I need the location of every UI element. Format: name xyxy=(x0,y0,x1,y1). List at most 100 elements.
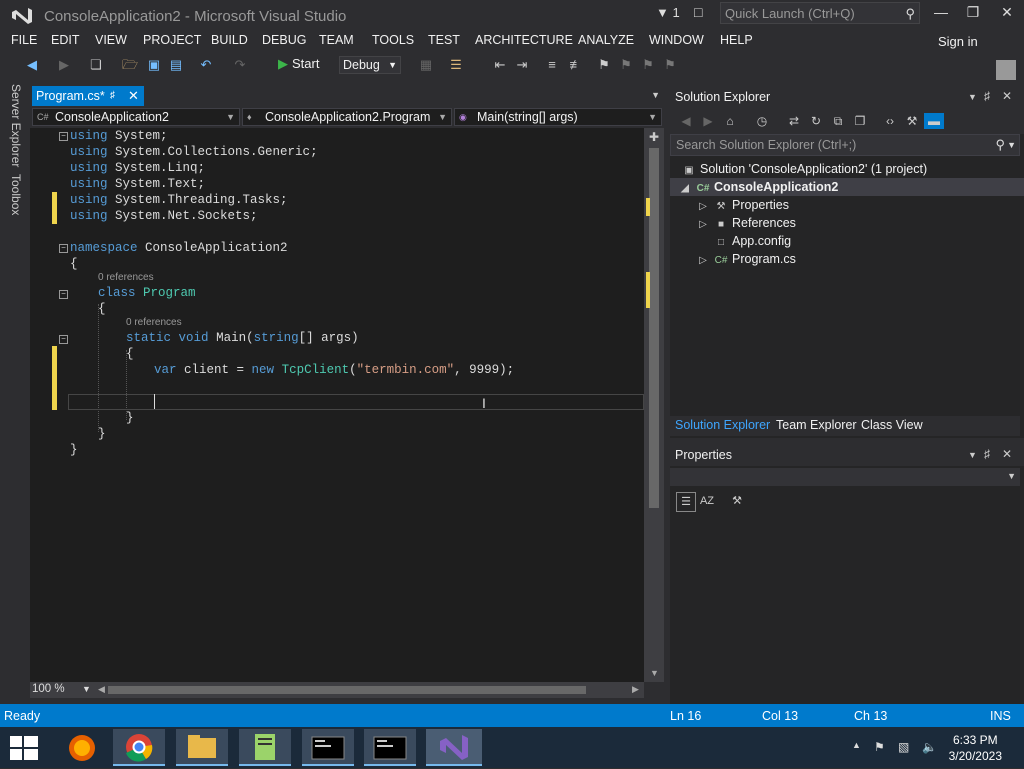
menu-help[interactable]: HELP xyxy=(720,33,753,47)
tree-item-properties[interactable]: ▷ ⚒ Properties xyxy=(696,198,789,212)
horizontal-scrollbar-thumb[interactable] xyxy=(108,686,586,694)
zoom-select[interactable]: 100 % ▼ xyxy=(32,683,92,697)
new-project-icon[interactable]: ❏ xyxy=(88,57,104,73)
solution-configuration-select[interactable]: Debug ▼ xyxy=(339,56,401,74)
tree-item-app-config[interactable]: □ App.config xyxy=(714,234,791,248)
pin-icon[interactable]: ♯ xyxy=(984,89,990,103)
menu-view[interactable]: VIEW xyxy=(95,33,127,47)
codelens-references[interactable]: 0 references xyxy=(98,272,154,283)
close-tab-icon[interactable]: ✕ xyxy=(128,86,139,106)
show-hidden-icons-icon[interactable]: ▲ xyxy=(852,740,861,750)
visual-studio-task[interactable] xyxy=(426,729,482,766)
forward-icon[interactable]: ▶ xyxy=(56,57,72,73)
menu-file[interactable]: FILE xyxy=(11,33,37,47)
tab-class-view[interactable]: Class View xyxy=(861,418,923,432)
file-explorer-task[interactable] xyxy=(176,729,228,766)
show-all-files-icon[interactable]: ❐ xyxy=(852,113,868,129)
solution-search-input[interactable]: Search Solution Explorer (Ctrl+;) ⚲ ▼ xyxy=(670,134,1020,156)
sync-icon[interactable]: ⇄ xyxy=(786,113,802,129)
pin-icon[interactable]: ♯ xyxy=(110,86,115,106)
close-icon[interactable]: ✕ xyxy=(1002,89,1012,103)
save-icon[interactable]: ▣ xyxy=(146,57,162,73)
bookmark-icon[interactable]: ⚑ xyxy=(596,57,612,73)
notification-flag[interactable]: ▼ 1 xyxy=(656,5,680,20)
tree-item-solution[interactable]: ▣ Solution 'ConsoleApplication2' (1 proje… xyxy=(682,162,927,176)
view-code-icon[interactable]: ‹› xyxy=(882,113,898,129)
menu-analyze[interactable]: ANALYZE xyxy=(578,33,634,47)
prev-bookmark-icon[interactable]: ⚑ xyxy=(618,57,634,73)
menu-build[interactable]: BUILD xyxy=(211,33,248,47)
undo-icon[interactable]: ↶ xyxy=(198,57,214,73)
menu-test[interactable]: TEST xyxy=(428,33,460,47)
find-in-files-icon[interactable]: ☰ xyxy=(448,57,464,73)
split-icon[interactable]: ✚ xyxy=(649,130,659,144)
cmd-task-1[interactable] xyxy=(302,729,354,766)
back-icon[interactable]: ◀ xyxy=(24,57,40,73)
fold-toggle[interactable]: − xyxy=(59,244,68,253)
tree-item-project[interactable]: ◢ C# ConsoleApplication2 xyxy=(678,180,838,194)
fold-toggle[interactable]: − xyxy=(59,132,68,141)
close-button[interactable]: ✕ xyxy=(992,4,1022,24)
uncomment-icon[interactable]: ≢ xyxy=(568,57,584,73)
menu-debug[interactable]: DEBUG xyxy=(262,33,306,47)
network-icon[interactable]: ▧ xyxy=(898,740,909,754)
toolbox-tab[interactable]: Toolbox xyxy=(9,174,23,215)
clear-bookmarks-icon[interactable]: ⚑ xyxy=(662,57,678,73)
notepad-plus-plus-task[interactable] xyxy=(239,729,291,766)
feedback-icon[interactable]: □ xyxy=(694,4,702,20)
pin-icon[interactable]: ♯ xyxy=(984,447,990,461)
menu-tools[interactable]: TOOLS xyxy=(372,33,414,47)
minimize-button[interactable]: — xyxy=(926,4,956,24)
scroll-right-icon[interactable]: ▶ xyxy=(632,684,639,695)
volume-muted-icon[interactable]: 🔈 xyxy=(922,740,937,754)
fold-toggle[interactable]: − xyxy=(59,335,68,344)
scrollbar-thumb[interactable] xyxy=(649,148,659,508)
member-dropdown[interactable]: ◉ Main(string[] args) ▼ xyxy=(454,108,662,126)
cmd-task-2[interactable] xyxy=(364,729,416,766)
back-icon[interactable]: ◀ xyxy=(678,113,694,129)
step-into-icon[interactable]: ⇤ xyxy=(492,57,508,73)
pending-changes-icon[interactable]: ◷ xyxy=(754,113,770,129)
editor-vertical-scrollbar[interactable]: ✚ ▼ xyxy=(644,128,664,682)
home-icon[interactable]: ⌂ xyxy=(722,113,738,129)
attach-icon[interactable]: ▦ xyxy=(418,57,434,73)
system-clock[interactable]: 6:33 PM 3/20/2023 xyxy=(949,732,1002,764)
menu-team[interactable]: TEAM xyxy=(319,33,354,47)
project-dropdown[interactable]: C# ConsoleApplication2 ▼ xyxy=(32,108,240,126)
firefox-task[interactable] xyxy=(56,729,108,766)
quick-launch-input[interactable]: Quick Launch (Ctrl+Q) ⚲ xyxy=(720,2,920,24)
codelens-references[interactable]: 0 references xyxy=(126,317,182,328)
windows-start-icon[interactable] xyxy=(10,736,38,760)
panel-menu-icon[interactable]: ▼ xyxy=(968,92,977,102)
menu-window[interactable]: WINDOW xyxy=(649,33,704,47)
menu-project[interactable]: PROJECT xyxy=(143,33,201,47)
tab-team-explorer[interactable]: Team Explorer xyxy=(776,418,857,432)
refresh-icon[interactable]: ↻ xyxy=(808,113,824,129)
code-editor[interactable]: − − − − using System; using System.Colle… xyxy=(30,128,644,682)
menu-edit[interactable]: EDIT xyxy=(51,33,79,47)
scroll-down-icon[interactable]: ▼ xyxy=(650,668,659,678)
tree-item-references[interactable]: ▷ ■ References xyxy=(696,216,796,230)
panel-menu-icon[interactable]: ▼ xyxy=(968,450,977,460)
alphabetical-icon[interactable]: AZ xyxy=(698,492,716,510)
comment-icon[interactable]: ≡ xyxy=(544,57,560,73)
chrome-task[interactable] xyxy=(113,729,165,766)
next-bookmark-icon[interactable]: ⚑ xyxy=(640,57,656,73)
tab-program-cs[interactable]: Program.cs* ♯ ✕ xyxy=(32,86,144,106)
server-explorer-tab[interactable]: Server Explorer xyxy=(9,84,23,167)
tab-overflow-icon[interactable]: ▼ xyxy=(651,90,660,100)
menu-architecture[interactable]: ARCHITECTURE xyxy=(475,33,573,47)
start-debugging-button[interactable]: ▶ Start xyxy=(278,56,319,72)
open-file-icon[interactable]: 🗁 xyxy=(122,57,138,73)
close-icon[interactable]: ✕ xyxy=(1002,447,1012,461)
tab-solution-explorer[interactable]: Solution Explorer xyxy=(675,418,770,432)
step-over-icon[interactable]: ⇥ xyxy=(514,57,530,73)
redo-icon[interactable]: ↷ xyxy=(232,57,248,73)
properties-wrench-icon[interactable]: ⚒ xyxy=(904,113,920,129)
collapse-all-icon[interactable]: ⧉ xyxy=(830,113,846,129)
fold-toggle[interactable]: − xyxy=(59,290,68,299)
tree-item-program-cs[interactable]: ▷ C# Program.cs xyxy=(696,252,796,266)
properties-object-select[interactable]: ▼ xyxy=(670,468,1020,486)
scroll-left-icon[interactable]: ◀ xyxy=(98,684,105,695)
save-all-icon[interactable]: ▤ xyxy=(168,57,184,73)
